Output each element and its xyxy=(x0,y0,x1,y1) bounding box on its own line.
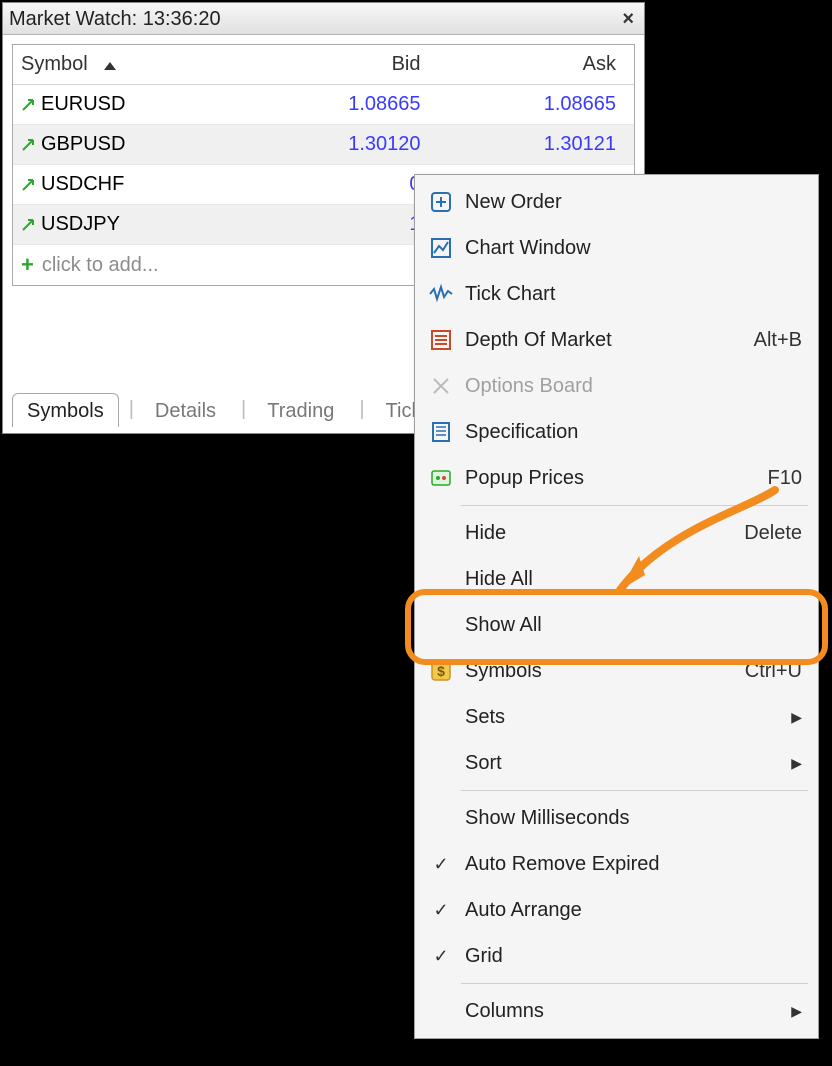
context-menu: New Order Chart Window Tick Chart Depth … xyxy=(414,174,819,1039)
tab-separator: | xyxy=(241,398,246,421)
menu-separator xyxy=(461,983,808,984)
col-header-symbol-label: Symbol xyxy=(21,53,88,76)
tab-symbols[interactable]: Symbols xyxy=(12,393,119,427)
add-placeholder: click to add... xyxy=(42,254,159,277)
menu-item-show-all[interactable]: Show All xyxy=(417,602,816,648)
menu-item-popup-prices[interactable]: Popup Prices F10 xyxy=(417,455,816,501)
menu-label: Specification xyxy=(465,421,802,444)
trend-up-icon xyxy=(21,178,35,192)
tab-details[interactable]: Details xyxy=(140,393,231,427)
plus-icon: + xyxy=(21,252,34,278)
menu-item-depth-of-market[interactable]: Depth Of Market Alt+B xyxy=(417,317,816,363)
symbol-label: EURUSD xyxy=(41,93,125,116)
menu-item-auto-remove-expired[interactable]: ✓ Auto Remove Expired xyxy=(417,841,816,887)
specification-icon xyxy=(417,421,465,443)
menu-item-chart-window[interactable]: Chart Window xyxy=(417,225,816,271)
trend-up-icon xyxy=(21,138,35,152)
check-icon: ✓ xyxy=(417,854,465,875)
menu-item-tick-chart[interactable]: Tick Chart xyxy=(417,271,816,317)
menu-item-sets[interactable]: Sets ▶ xyxy=(417,694,816,740)
menu-item-symbols[interactable]: $ Symbols Ctrl+U xyxy=(417,648,816,694)
popup-prices-icon xyxy=(417,467,465,489)
svg-text:$: $ xyxy=(437,663,445,679)
menu-label: Show All xyxy=(465,614,802,637)
tab-separator: | xyxy=(129,398,134,421)
bid-value: 1.08665 xyxy=(243,93,439,116)
menu-label: Auto Arrange xyxy=(465,899,802,922)
trend-up-icon xyxy=(21,218,35,232)
check-icon: ✓ xyxy=(417,946,465,967)
menu-item-show-milliseconds[interactable]: Show Milliseconds xyxy=(417,795,816,841)
tick-chart-icon xyxy=(417,285,465,303)
close-icon[interactable]: × xyxy=(618,3,638,35)
submenu-arrow-icon: ▶ xyxy=(784,709,802,726)
menu-shortcut: Alt+B xyxy=(754,329,802,352)
menu-label: Hide xyxy=(465,522,744,545)
menu-label: Show Milliseconds xyxy=(465,807,802,830)
symbol-label: USDCHF xyxy=(41,173,124,196)
menu-label: Hide All xyxy=(465,568,802,591)
menu-separator xyxy=(461,790,808,791)
menu-label: New Order xyxy=(465,191,802,214)
menu-label: Auto Remove Expired xyxy=(465,853,802,876)
menu-label: Columns xyxy=(465,1000,784,1023)
menu-item-auto-arrange[interactable]: ✓ Auto Arrange xyxy=(417,887,816,933)
menu-label: Grid xyxy=(465,945,802,968)
menu-shortcut: F10 xyxy=(768,467,802,490)
menu-item-hide[interactable]: Hide Delete xyxy=(417,510,816,556)
tab-separator: | xyxy=(359,398,364,421)
menu-shortcut: Ctrl+U xyxy=(745,660,802,683)
col-header-bid[interactable]: Bid xyxy=(243,53,439,76)
menu-shortcut: Delete xyxy=(744,522,802,545)
options-board-icon xyxy=(417,375,465,397)
table-row[interactable]: EURUSD 1.08665 1.08665 xyxy=(13,85,634,125)
menu-label: Depth Of Market xyxy=(465,329,754,352)
table-header[interactable]: Symbol Bid Ask xyxy=(13,45,634,85)
panel-titlebar[interactable]: Market Watch: 13:36:20 × xyxy=(3,3,644,35)
symbols-icon: $ xyxy=(417,660,465,682)
menu-item-columns[interactable]: Columns ▶ xyxy=(417,988,816,1034)
menu-label: Options Board xyxy=(465,375,802,398)
depth-icon xyxy=(417,329,465,351)
menu-label: Sets xyxy=(465,706,784,729)
menu-label: Sort xyxy=(465,752,784,775)
bid-value: 1 xyxy=(243,213,439,236)
trend-up-icon xyxy=(21,98,35,112)
menu-label: Chart Window xyxy=(465,237,802,260)
menu-label: Symbols xyxy=(465,660,745,683)
menu-label: Tick Chart xyxy=(465,283,802,306)
menu-item-grid[interactable]: ✓ Grid xyxy=(417,933,816,979)
col-header-symbol[interactable]: Symbol xyxy=(13,53,243,76)
ask-value: 1.30121 xyxy=(439,133,635,156)
symbol-label: USDJPY xyxy=(41,213,120,236)
menu-item-new-order[interactable]: New Order xyxy=(417,179,816,225)
symbol-label: GBPUSD xyxy=(41,133,125,156)
menu-item-specification[interactable]: Specification xyxy=(417,409,816,455)
table-row[interactable]: GBPUSD 1.30120 1.30121 xyxy=(13,125,634,165)
sort-asc-icon xyxy=(104,53,116,76)
chart-window-icon xyxy=(417,237,465,259)
tab-trading[interactable]: Trading xyxy=(252,393,349,427)
new-order-icon xyxy=(417,191,465,213)
ask-value: 1.08665 xyxy=(439,93,635,116)
menu-label: Popup Prices xyxy=(465,467,768,490)
col-header-ask[interactable]: Ask xyxy=(439,53,635,76)
bid-value: 0 xyxy=(243,173,439,196)
menu-separator xyxy=(461,505,808,506)
check-icon: ✓ xyxy=(417,900,465,921)
submenu-arrow-icon: ▶ xyxy=(784,1003,802,1020)
menu-item-options-board: Options Board xyxy=(417,363,816,409)
panel-title: Market Watch: 13:36:20 xyxy=(9,3,221,35)
menu-item-hide-all[interactable]: Hide All xyxy=(417,556,816,602)
submenu-arrow-icon: ▶ xyxy=(784,755,802,772)
menu-item-sort[interactable]: Sort ▶ xyxy=(417,740,816,786)
bid-value: 1.30120 xyxy=(243,133,439,156)
